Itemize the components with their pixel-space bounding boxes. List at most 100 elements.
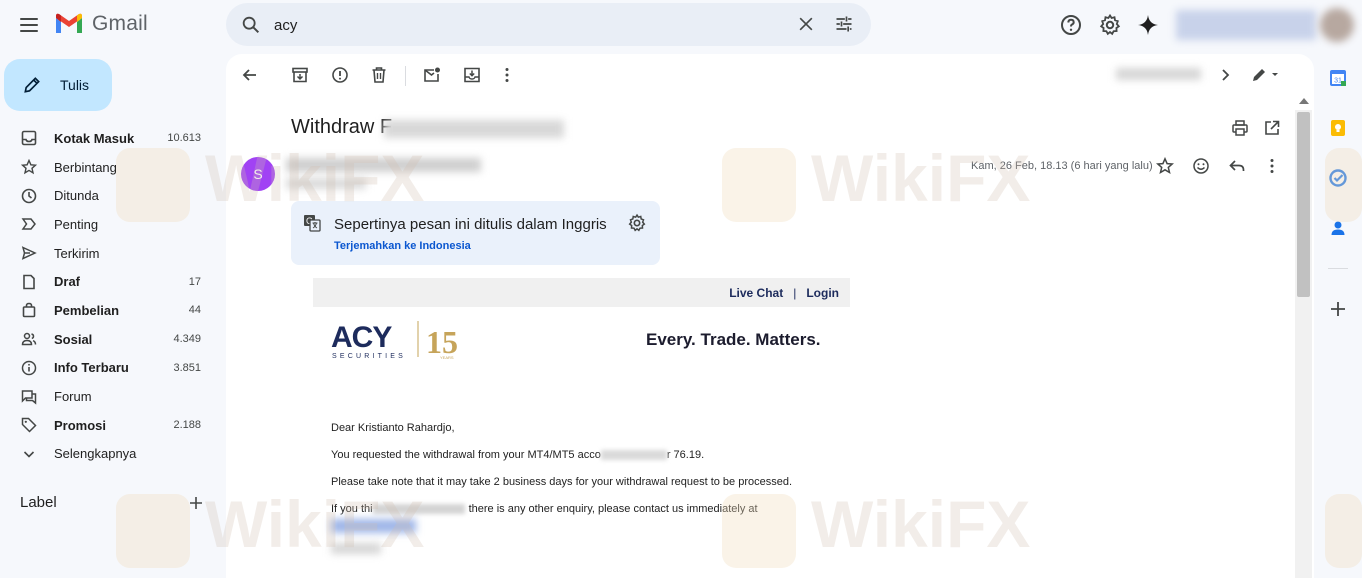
compose-button[interactable]: Tulis (4, 59, 112, 111)
draft-icon (20, 273, 38, 291)
important-icon (20, 215, 38, 233)
tag-icon (20, 416, 38, 434)
main-menu-button[interactable] (16, 12, 42, 38)
sidebar-item-purchases[interactable]: Pembelian 44 (0, 296, 216, 325)
sidebar-item-drafts[interactable]: Draf 17 (0, 267, 216, 296)
star-icon (20, 158, 38, 176)
settings-gear-icon[interactable] (1098, 13, 1122, 37)
input-tools-icon[interactable] (1250, 66, 1282, 84)
pencil-icon (24, 77, 40, 93)
live-chat-link[interactable]: Live Chat (729, 286, 783, 300)
sidebar-item-important[interactable]: Penting (0, 210, 216, 239)
report-spam-icon[interactable] (331, 66, 349, 84)
gmail-logo[interactable]: Gmail (54, 12, 148, 36)
next-message-icon[interactable] (1216, 66, 1234, 84)
reply-icon[interactable] (1228, 157, 1246, 175)
unread-count: 3.851 (173, 361, 201, 374)
clear-search-icon[interactable] (796, 14, 816, 34)
sidebar-item-label: Penting (54, 216, 99, 232)
account-number-blurred (600, 450, 667, 461)
sidebar-item-promotions[interactable]: Promosi 2.188 (0, 411, 216, 440)
email-greeting: Dear Kristianto Rahardjo, (331, 422, 455, 434)
sidebar-nav: Kotak Masuk 10.613 Berbintang Ditunda Pe… (0, 124, 216, 468)
signature-blurred (331, 543, 381, 554)
translate-link[interactable]: Terjemahkan ke Indonesia (334, 240, 471, 252)
info-icon (20, 359, 38, 377)
brand-tagline: Every. Trade. Matters. (646, 330, 821, 349)
open-in-new-window-icon[interactable] (1263, 119, 1281, 137)
calendar-icon[interactable]: 31 (1328, 68, 1348, 88)
help-icon[interactable] (1059, 13, 1083, 37)
sidebar-item-starred[interactable]: Berbintang (0, 153, 216, 182)
search-bar (226, 3, 871, 46)
subject-text: Withdraw F (291, 116, 393, 138)
sidebar-item-label: Forum (54, 389, 92, 405)
message-view: Withdraw F S Kam, 26 Feb, 18.13 (6 hari … (226, 54, 1314, 578)
sidebar-item-label: Selengkapnya (54, 446, 137, 462)
search-icon[interactable] (240, 14, 262, 36)
acy-logo-sub-text: SECURITIES (332, 353, 406, 360)
sidebar-item-sent[interactable]: Terkirim (0, 239, 216, 268)
gmail-m-icon (56, 13, 82, 33)
account-info-blurred (1176, 10, 1316, 40)
p3-end: there is any other enquiry, please conta… (468, 503, 758, 515)
message-more-options-icon[interactable] (1263, 157, 1281, 175)
add-reaction-icon[interactable] (1192, 157, 1210, 175)
tasks-icon[interactable] (1328, 168, 1348, 188)
chevron-down-icon (20, 445, 38, 463)
get-addons-plus-icon[interactable] (1328, 299, 1348, 319)
sender-avatar[interactable]: S (241, 157, 275, 191)
unread-count: 4.349 (173, 333, 201, 346)
account-avatar[interactable] (1320, 8, 1354, 42)
more-options-icon[interactable] (498, 66, 516, 84)
move-to-icon[interactable] (463, 66, 481, 84)
scroll-up-arrow-icon[interactable] (1299, 98, 1309, 104)
send-icon (20, 244, 38, 262)
p3-start: If you thi (331, 503, 373, 515)
add-label-icon[interactable] (187, 494, 205, 512)
blurred-phrase (372, 504, 465, 515)
translate-icon: G (304, 215, 321, 232)
keep-notes-icon[interactable] (1328, 118, 1348, 138)
search-input[interactable] (274, 13, 794, 37)
translate-banner: G Sepertinya pesan ini ditulis dalam Ing… (291, 201, 660, 265)
contact-email-blurred (331, 519, 416, 533)
scrollbar-thumb[interactable] (1297, 112, 1310, 297)
sidebar-item-snoozed[interactable]: Ditunda (0, 181, 216, 210)
back-arrow-icon[interactable] (241, 66, 259, 84)
sidebar-item-social[interactable]: Sosial 4.349 (0, 325, 216, 354)
mark-unread-icon[interactable] (423, 66, 441, 84)
message-subject: Withdraw F (291, 116, 392, 139)
svg-text:31: 31 (1334, 78, 1342, 85)
sidebar-item-label: Pembelian (54, 302, 120, 318)
gemini-sparkle-icon[interactable] (1136, 13, 1160, 37)
contacts-icon[interactable] (1328, 218, 1348, 238)
sidebar-item-more[interactable]: Selengkapnya (0, 440, 216, 469)
anniversary-years-text: YEARS (440, 355, 454, 360)
email-header-bar: Live Chat | Login (313, 278, 850, 307)
print-icon[interactable] (1231, 119, 1249, 137)
clock-icon (20, 187, 38, 205)
top-bar: Gmail (0, 0, 1362, 52)
star-message-icon[interactable] (1156, 157, 1174, 175)
acy-securities-logo[interactable]: ACY SECURITIES 15 YEARS (330, 319, 470, 361)
subject-blurred (384, 120, 564, 138)
translate-settings-icon[interactable] (627, 213, 647, 233)
delete-icon[interactable] (370, 66, 388, 84)
unread-count: 10.613 (167, 132, 201, 145)
sidebar-item-label: Sosial (54, 331, 93, 347)
sidebar-item-forums[interactable]: Forum (0, 382, 216, 411)
sidebar-item-label: Draf (54, 274, 81, 290)
sidebar-item-label: Ditunda (54, 188, 99, 204)
email-brand-row: ACY SECURITIES 15 YEARS Every. Trade. Ma… (313, 307, 850, 367)
acy-logo-text: ACY (331, 321, 392, 354)
link-separator: | (793, 285, 797, 300)
unread-count: 2.188 (173, 419, 201, 432)
sidebar-item-inbox[interactable]: Kotak Masuk 10.613 (0, 124, 216, 153)
archive-icon[interactable] (291, 66, 309, 84)
sidebar-item-updates[interactable]: Info Terbaru 3.851 (0, 354, 216, 383)
shopping-bag-icon (20, 301, 38, 319)
side-panel-divider (1328, 268, 1348, 269)
search-options-icon[interactable] (834, 14, 854, 34)
login-link[interactable]: Login (806, 286, 839, 300)
